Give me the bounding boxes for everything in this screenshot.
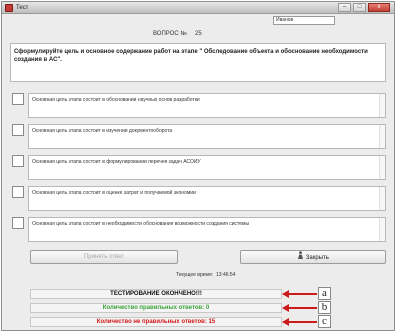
accept-answer-button[interactable]: Принять ответ	[30, 250, 178, 264]
answer-text: Основная цель этапа состоит в необходимо…	[32, 221, 250, 227]
answer-option: Основная цель этапа состоит в необходимо…	[2, 217, 396, 243]
answer-scrollbar[interactable]	[379, 94, 385, 117]
answer-text: Основная цель этапа состоит в формулиров…	[32, 159, 201, 165]
close-window-button[interactable]: x	[368, 3, 390, 12]
answer-option: Основная цель этапа состоит в обосновани…	[2, 93, 396, 119]
answer-option: Основная цель этапа состоит в изучении д…	[2, 124, 396, 150]
answer-scrollbar[interactable]	[379, 156, 385, 179]
window-title: Тест	[16, 5, 29, 11]
minimize-button[interactable]: –	[338, 3, 351, 12]
answer-option: Основная цель этапа состоит в оценке зат…	[2, 186, 396, 212]
answer-text-box: Основная цель этапа состоит в обосновани…	[28, 93, 386, 118]
arrow-b	[288, 307, 317, 309]
answer-scrollbar[interactable]	[379, 125, 385, 148]
test-window: Тест – □ x Иванов ВОПРОС № 25 Сформулиру…	[1, 1, 395, 331]
answer-scrollbar[interactable]	[379, 187, 385, 210]
current-time-value: 13:46:54	[216, 272, 236, 278]
arrow-c	[288, 321, 317, 323]
maximize-button[interactable]: □	[353, 3, 366, 12]
answer-scrollbar[interactable]	[379, 218, 385, 241]
answer-checkbox[interactable]	[12, 186, 24, 198]
answer-checkbox[interactable]	[12, 124, 24, 136]
arrow-a	[288, 293, 317, 295]
answer-checkbox[interactable]	[12, 155, 24, 167]
question-number: 25	[195, 31, 202, 37]
answer-checkbox[interactable]	[12, 93, 24, 105]
correct-answers-count: Количество правильных ответов: 0	[30, 303, 282, 313]
app-icon	[5, 4, 13, 12]
answer-text-box: Основная цель этапа состоит в оценке зат…	[28, 186, 386, 211]
answer-text: Основная цель этапа состоит в обосновани…	[32, 97, 200, 103]
answer-text-box: Основная цель этапа состоит в изучении д…	[28, 124, 386, 149]
current-time-label: Текущее время:	[176, 272, 214, 278]
testing-finished-status: ТЕСТИРОВАНИЕ ОКОНЧЕНО!!!	[30, 289, 282, 299]
answer-checkbox[interactable]	[12, 217, 24, 229]
callout-b: b	[318, 301, 331, 314]
answer-option: Основная цель этапа состоит в формулиров…	[2, 155, 396, 181]
question-number-label: ВОПРОС №	[153, 31, 187, 37]
incorrect-answers-count: Количество не правильных ответов: 15	[30, 317, 282, 327]
student-name-field[interactable]: Иванов	[273, 16, 335, 25]
answer-text-box: Основная цель этапа состоит в формулиров…	[28, 155, 386, 180]
question-text: Сформулируйте цель и основное содержание…	[10, 43, 386, 82]
answer-text: Основная цель этапа состоит в изучении д…	[32, 128, 173, 134]
callout-c: c	[318, 315, 331, 328]
answer-text: Основная цель этапа состоит в оценке зат…	[32, 190, 196, 196]
person-exit-icon	[297, 251, 304, 264]
close-button[interactable]: Закрыть	[240, 250, 386, 264]
answer-text-box: Основная цель этапа состоит в необходимо…	[28, 217, 386, 242]
title-bar[interactable]: Тест – □ x	[2, 2, 394, 14]
callout-a: a	[318, 287, 331, 300]
close-button-label: Закрыть	[305, 255, 329, 262]
